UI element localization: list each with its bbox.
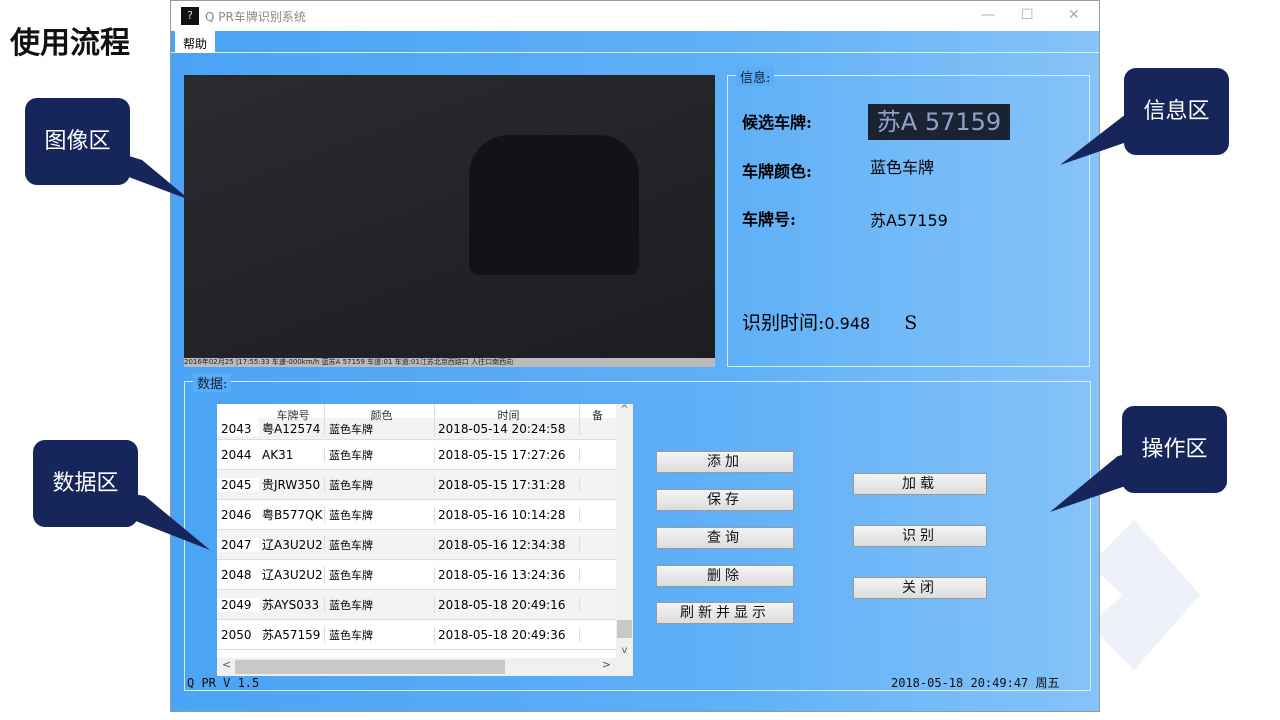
plate-cell: 苏AYS033 [259,596,325,613]
load-button[interactable]: 加载 [853,473,987,495]
col-header-note[interactable]: 备 [580,404,615,425]
title-bar: ? Q PR车牌识别系统 — ☐ ✕ [171,1,1099,31]
add-button[interactable]: 添加 [656,451,794,473]
row-id: 2049 [217,597,259,612]
callout-image-area: 图像区 [25,98,130,185]
row-id: 2048 [217,567,259,582]
row-id: 2046 [217,507,259,522]
color-cell: 蓝色车牌 [325,446,435,463]
car-image [469,135,639,275]
number-value: 苏A57159 [870,211,948,230]
plate-cell: 苏A57159 [259,626,325,643]
candidate-label: 候选车牌: [742,113,812,132]
horizontal-scrollbar[interactable]: < > [217,658,633,676]
color-cell: 蓝色车牌 [325,566,435,583]
plate-cell: 贵JRW350 [259,476,325,493]
table-row[interactable]: 2045 贵JRW350 蓝色车牌 2018-05-15 17:31:28 [217,470,633,500]
color-cell: 蓝色车牌 [325,626,435,643]
color-value: 蓝色车牌 [870,158,935,177]
time-cell: 2018-05-16 10:14:28 [435,507,580,522]
menu-bar: 帮助 [171,31,1099,53]
scroll-thumb-h[interactable] [235,660,505,674]
number-label: 车牌号: [742,210,796,229]
callout-data-area: 数据区 [33,440,138,527]
refresh-button[interactable]: 刷新并显示 [656,602,794,624]
image-area: 2016年02月25 |17:55:33 车速-000km/h 蓝苏A 5715… [184,75,715,367]
color-label: 车牌颜色: [742,162,812,181]
row-id: 2045 [217,477,259,492]
maximize-icon[interactable]: ☐ [1021,7,1034,23]
save-button[interactable]: 保存 [656,489,794,511]
table-row[interactable]: 2048 辽A3U2U2 蓝色车牌 2018-05-16 13:24:36 [217,560,633,590]
plate-cell: 辽A3U2U2 [259,536,325,553]
row-id: 2044 [217,447,259,462]
table-row[interactable]: 2046 粤B577QK 蓝色车牌 2018-05-16 10:14:28 [217,500,633,530]
datetime-label: 2018-05-18 20:49:47 周五 [891,676,1060,690]
close-button[interactable]: 关闭 [853,577,987,599]
window-title: Q PR车牌识别系统 [205,9,306,24]
app-window: ? Q PR车牌识别系统 — ☐ ✕ 帮助 2016年02月25 |17:55:… [170,0,1100,712]
slide-title: 使用流程 [10,26,130,61]
vertical-scrollbar[interactable]: ^ v [616,404,633,658]
plate-cell: 辽A3U2U2 [259,566,325,583]
table-row[interactable]: 2044 AK31 蓝色车牌 2018-05-15 17:27:26 [217,440,633,470]
table-row[interactable]: 2049 苏AYS033 蓝色车牌 2018-05-18 20:49:16 [217,590,633,620]
time-cell: 2018-05-15 17:27:26 [435,447,580,462]
delete-button[interactable]: 删除 [656,565,794,587]
color-cell: 蓝色车牌 [325,506,435,523]
table-row[interactable]: 2050 苏A57159 蓝色车牌 2018-05-18 20:49:36 [217,620,633,650]
data-group: 数据: 车牌号 颜色 时间 备 2043 粤A12574 蓝色车牌 2018-05-1… [184,373,1091,691]
row-id: 2047 [217,537,259,552]
plate-cell: AK31 [259,447,325,462]
time-unit: S [904,312,918,334]
callout-ops-area: 操作区 [1122,406,1227,493]
time-cell: 2018-05-16 12:34:38 [435,537,580,552]
info-group: 信息: 候选车牌: 苏A 57159 车牌颜色: 蓝色车牌 车牌号: 苏A571… [727,67,1090,367]
app-icon: ? [181,7,199,25]
records-table: 车牌号 颜色 时间 备 2043 粤A12574 蓝色车牌 2018-05-14 20… [217,404,633,676]
time-label: 识别时间: [742,312,825,334]
recognize-button[interactable]: 识别 [853,525,987,547]
minimize-icon[interactable]: — [981,7,995,23]
time-cell: 2018-05-16 13:24:36 [435,567,580,582]
data-group-title: 数据: [193,373,232,392]
color-cell: 蓝色车牌 [325,596,435,613]
row-id: 2043 [217,421,259,436]
version-label: Q PR V 1.5 [187,676,260,690]
info-group-title: 信息: [736,67,775,86]
time-cell: 2018-05-14 20:24:58 [435,421,580,436]
plate-cell: 粤B577QK [259,506,325,523]
color-cell: 蓝色车牌 [325,476,435,493]
menu-help[interactable]: 帮助 [175,31,216,53]
color-cell: 蓝色车牌 [325,420,435,437]
scroll-thumb[interactable] [617,620,632,638]
table-row[interactable]: 2043 粤A12574 蓝色车牌 2018-05-14 20:24:58 [217,418,633,440]
time-value: 0.948 [824,314,871,333]
plate-cell: 粤A12574 [259,420,325,437]
plate-image: 苏A 57159 [868,104,1010,140]
row-id: 2050 [217,627,259,642]
time-cell: 2018-05-15 17:31:28 [435,477,580,492]
decorative-shape [1090,520,1200,670]
color-cell: 蓝色车牌 [325,536,435,553]
image-caption: 2016年02月25 |17:55:33 车速-000km/h 蓝苏A 5715… [184,358,715,367]
table-row[interactable]: 2047 辽A3U2U2 蓝色车牌 2018-05-16 12:34:38 [217,530,633,560]
time-cell: 2018-05-18 20:49:36 [435,627,580,642]
query-button[interactable]: 查询 [656,527,794,549]
time-cell: 2018-05-18 20:49:16 [435,597,580,612]
close-icon[interactable]: ✕ [1068,7,1080,23]
callout-info-area: 信息区 [1124,68,1229,155]
